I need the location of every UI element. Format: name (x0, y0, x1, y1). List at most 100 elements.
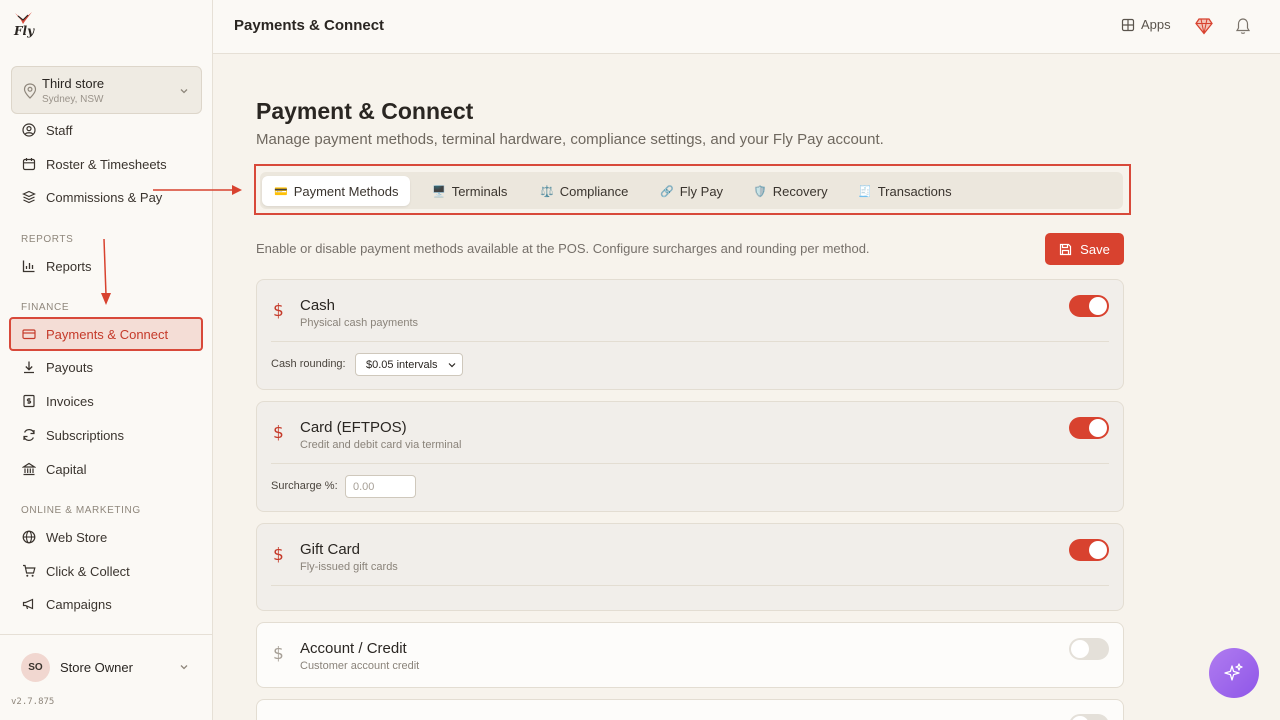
store-name: Third store (42, 76, 105, 91)
tab-terminals[interactable]: 🖥️ Terminals (420, 176, 519, 206)
card-divider (271, 585, 1109, 586)
store-location: Sydney, NSW (42, 94, 104, 105)
gift-card-toggle[interactable] (1069, 539, 1109, 561)
sidebar-item-label: Subscriptions (46, 427, 125, 443)
sidebar-item-label: Commissions & Pay (46, 189, 163, 205)
toggle-knob (1071, 716, 1089, 720)
tab-label: Payment Methods (293, 183, 399, 199)
bell-icon[interactable] (1235, 17, 1251, 35)
method-name: Account / Credit (300, 640, 407, 657)
download-icon (24, 361, 34, 374)
sidebar-item-subscriptions[interactable]: Subscriptions (10, 419, 202, 451)
tab-transactions[interactable]: 🧾 Transactions (846, 176, 964, 206)
sidebar-item-capital[interactable]: Capital (10, 453, 202, 485)
tab-recovery[interactable]: 🛡️ Recovery (741, 176, 840, 206)
sidebar-item-invoices[interactable]: Invoices (10, 385, 202, 417)
sidebar-item-staff[interactable]: Staff (10, 114, 202, 146)
tab-compliance[interactable]: ⚖️ Compliance (528, 176, 640, 206)
section-title-finance: FINANCE (21, 302, 70, 313)
surcharge-input[interactable]: 0.00 (345, 475, 416, 498)
tab-fly-pay[interactable]: 🔗 Fly Pay (648, 176, 735, 206)
method-name: Cash (300, 297, 336, 314)
section-title-reports: REPORTS (21, 234, 74, 245)
input-placeholder: 0.00 (353, 480, 375, 493)
chevron-down-icon (448, 363, 456, 368)
account-credit-toggle[interactable] (1069, 638, 1109, 660)
payment-method-card-eftpos: $ Card (EFTPOS) Credit and debit card vi… (256, 401, 1124, 512)
bank-icon (22, 462, 36, 476)
tab-label: Compliance (559, 183, 629, 199)
tab-payment-methods[interactable]: 💳 Payment Methods (262, 176, 411, 206)
user-name[interactable]: Store Owner (60, 660, 133, 675)
sidebar-item-campaigns[interactable]: Campaigns (10, 588, 202, 620)
toggle-knob (1089, 541, 1107, 559)
megaphone-icon (22, 598, 34, 610)
sidebar-item-label: Capital (46, 461, 87, 477)
tab-label: Terminals (451, 183, 508, 199)
user-circle-icon (22, 123, 36, 137)
tab-label: Fly Pay (679, 183, 724, 199)
chevron-down-icon[interactable] (179, 662, 189, 672)
sidebar-item-label: Web Store (46, 529, 108, 545)
sidebar-item-label: Staff (46, 122, 73, 138)
toggle-knob (1089, 297, 1107, 315)
avatar[interactable]: SO (21, 653, 50, 682)
ai-assistant-button[interactable] (1209, 648, 1259, 698)
cash-toggle[interactable] (1069, 295, 1109, 317)
save-button[interactable]: Save (1045, 233, 1124, 265)
sidebar-item-label: Roster & Timesheets (46, 156, 167, 172)
sidebar-item-click-collect[interactable]: Click & Collect (10, 555, 202, 587)
page-subtitle: Manage payment methods, terminal hardwar… (256, 131, 884, 148)
partial-method-toggle[interactable] (1069, 714, 1109, 720)
eftpos-toggle[interactable] (1069, 417, 1109, 439)
sidebar-item-label: Payments & Connect (46, 326, 169, 342)
method-name: Card (EFTPOS) (300, 419, 407, 436)
toggle-knob (1089, 419, 1107, 437)
sidebar-item-label: Click & Collect (46, 563, 130, 579)
tab-label: Recovery (772, 183, 828, 199)
store-selector[interactable]: Third store Sydney, NSW (11, 66, 202, 114)
sidebar-item-label: Reports (46, 258, 92, 274)
payment-method-card-cash: $ Cash Physical cash payments Cash round… (256, 279, 1124, 390)
sidebar-item-payments-connect[interactable]: Payments & Connect (9, 317, 203, 351)
sparkle-icon (1224, 663, 1243, 681)
sidebar: Fly Third store Sydney, NSW Staff Roster… (0, 0, 213, 720)
brand-name: Fly (14, 24, 35, 38)
sidebar-item-label: Payouts (46, 359, 93, 375)
sidebar-item-web-store[interactable]: Web Store (10, 521, 202, 553)
sidebar-item-label: Invoices (46, 393, 94, 409)
cash-rounding-select[interactable]: $0.05 intervals (355, 353, 463, 376)
annotation-arrow-right (153, 185, 242, 195)
method-description: Customer account credit (300, 660, 420, 672)
location-pin-icon (23, 83, 37, 99)
method-description: Physical cash payments (300, 317, 418, 329)
cash-rounding-label: Cash rounding: (271, 358, 346, 370)
page-title: Payment & Connect (256, 98, 474, 124)
link-icon: 🔗 (660, 185, 674, 198)
surcharge-label: Surcharge %: (271, 480, 338, 492)
topbar-title: Payments & Connect (234, 17, 385, 34)
annotation-arrow-down (101, 238, 111, 305)
save-icon (1060, 243, 1072, 255)
topbar: Payments & Connect Apps (213, 0, 1280, 54)
save-label: Save (1080, 241, 1110, 257)
dollar-icon: $ (273, 301, 284, 321)
dollar-icon: $ (273, 423, 284, 443)
apps-button[interactable]: Apps (1121, 17, 1171, 32)
method-name: Gift Card (300, 541, 361, 558)
payment-method-card-account-credit: $ Account / Credit Customer account cred… (256, 622, 1124, 688)
globe-icon (22, 530, 36, 544)
section-title-marketing: ONLINE & MARKETING (21, 505, 141, 516)
tabs-highlight: 💳 Payment Methods 🖥️ Terminals ⚖️ Compli… (254, 164, 1131, 215)
apps-label: Apps (1141, 17, 1171, 32)
method-description: Credit and debit card via terminal (300, 439, 462, 451)
sidebar-item-payouts[interactable]: Payouts (10, 351, 202, 383)
tab-bar: 💳 Payment Methods 🖥️ Terminals ⚖️ Compli… (260, 172, 1123, 209)
scale-icon: ⚖️ (540, 185, 554, 198)
receipt-icon: 🧾 (858, 185, 872, 198)
sidebar-item-roster[interactable]: Roster & Timesheets (10, 148, 202, 180)
gem-icon[interactable] (1195, 17, 1213, 35)
dollar-icon: $ (273, 644, 284, 664)
method-description: Fly-issued gift cards (300, 561, 398, 573)
payment-method-card-partial (256, 699, 1124, 720)
